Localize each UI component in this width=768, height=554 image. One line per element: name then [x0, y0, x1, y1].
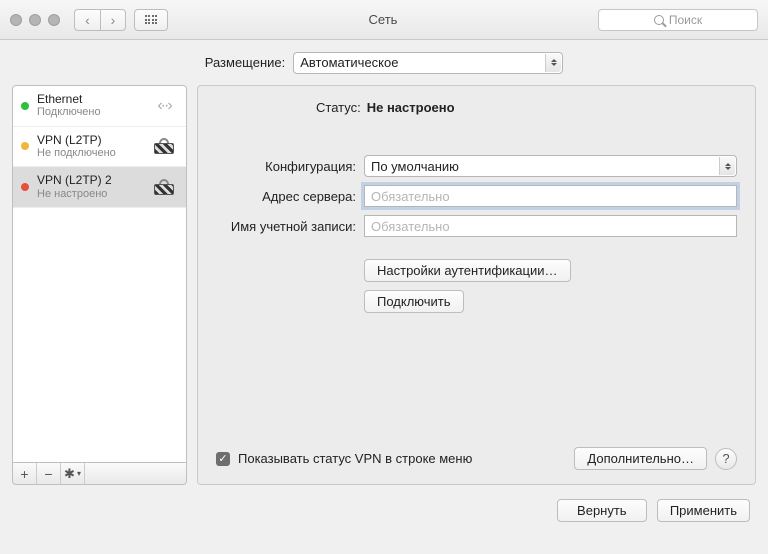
show-all-button[interactable] [134, 9, 168, 31]
apply-button[interactable]: Применить [657, 499, 750, 522]
zoom-icon[interactable] [48, 14, 60, 26]
location-value: Автоматическое [300, 55, 398, 70]
sidebar-item-text: VPN (L2TP) Не подключено [37, 133, 142, 161]
advanced-button[interactable]: Дополнительно… [574, 447, 707, 470]
show-vpn-checkbox[interactable]: ✓ [216, 452, 230, 466]
sidebar: Ethernet Подключено ‹··› VPN (L2TP) Не п… [12, 85, 187, 485]
service-name: VPN (L2TP) [37, 133, 142, 147]
sidebar-item-vpn2[interactable]: VPN (L2TP) 2 Не настроено [13, 167, 186, 208]
sidebar-item-vpn1[interactable]: VPN (L2TP) Не подключено [13, 127, 186, 168]
bottom-bar: Вернуть Применить [0, 485, 768, 535]
window-title: Сеть [176, 12, 590, 27]
minimize-icon[interactable] [29, 14, 41, 26]
config-select[interactable]: По умолчанию [364, 155, 737, 177]
close-icon[interactable] [10, 14, 22, 26]
location-select[interactable]: Автоматическое [293, 52, 563, 74]
service-status: Не подключено [37, 147, 142, 160]
ethernet-icon: ‹··› [150, 95, 178, 117]
location-row: Размещение: Автоматическое [0, 40, 768, 85]
help-button[interactable]: ? [715, 448, 737, 470]
service-name: Ethernet [37, 92, 142, 106]
traffic-lights [10, 14, 60, 26]
account-input[interactable] [364, 215, 737, 237]
status-value: Не настроено [367, 100, 455, 115]
status-dot-icon [21, 142, 29, 150]
lock-icon [150, 135, 178, 157]
status-dot-icon [21, 183, 29, 191]
status-label: Статус: [316, 100, 361, 115]
service-status: Подключено [37, 106, 142, 119]
action-buttons: Настройки аутентификации… Подключить [216, 259, 737, 313]
chevron-updown-icon [545, 54, 561, 72]
service-status: Не настроено [37, 188, 142, 201]
grid-icon [145, 15, 158, 24]
config-row: Конфигурация: По умолчанию [216, 155, 737, 177]
sidebar-item-text: VPN (L2TP) 2 Не настроено [37, 173, 142, 201]
chevron-updown-icon [719, 157, 735, 175]
search-input[interactable]: Поиск [598, 9, 758, 31]
add-service-button[interactable]: + [13, 463, 37, 484]
account-label: Имя учетной записи: [216, 219, 356, 234]
detail-footer: ✓ Показывать статус VPN в строке меню До… [216, 447, 737, 470]
nav-buttons: ‹ › [74, 9, 126, 31]
remove-service-button[interactable]: − [37, 463, 61, 484]
revert-button[interactable]: Вернуть [557, 499, 647, 522]
status-dot-icon [21, 102, 29, 110]
location-label: Размещение: [205, 55, 286, 70]
detail-panel: Статус: Не настроено Конфигурация: По ум… [197, 85, 756, 485]
sidebar-item-text: Ethernet Подключено [37, 92, 142, 120]
show-vpn-label: Показывать статус VPN в строке меню [238, 451, 566, 466]
forward-button[interactable]: › [100, 9, 126, 31]
service-actions-button[interactable]: ✱▾ [61, 463, 85, 484]
main-area: Ethernet Подключено ‹··› VPN (L2TP) Не п… [0, 85, 768, 485]
service-name: VPN (L2TP) 2 [37, 173, 142, 187]
config-label: Конфигурация: [216, 159, 356, 174]
server-row: Адрес сервера: [216, 185, 737, 207]
search-placeholder: Поиск [669, 13, 702, 27]
config-value: По умолчанию [371, 159, 459, 174]
auth-settings-button[interactable]: Настройки аутентификации… [364, 259, 571, 282]
search-icon [654, 15, 664, 25]
service-list: Ethernet Подключено ‹··› VPN (L2TP) Не п… [12, 85, 187, 463]
server-label: Адрес сервера: [216, 189, 356, 204]
back-button[interactable]: ‹ [74, 9, 100, 31]
account-row: Имя учетной записи: [216, 215, 737, 237]
titlebar: ‹ › Сеть Поиск [0, 0, 768, 40]
connect-button[interactable]: Подключить [364, 290, 464, 313]
sidebar-toolbar: + − ✱▾ [12, 463, 187, 485]
lock-icon [150, 176, 178, 198]
status-row: Статус: Не настроено [216, 100, 737, 115]
sidebar-item-ethernet[interactable]: Ethernet Подключено ‹··› [13, 86, 186, 127]
server-input[interactable] [364, 185, 737, 207]
